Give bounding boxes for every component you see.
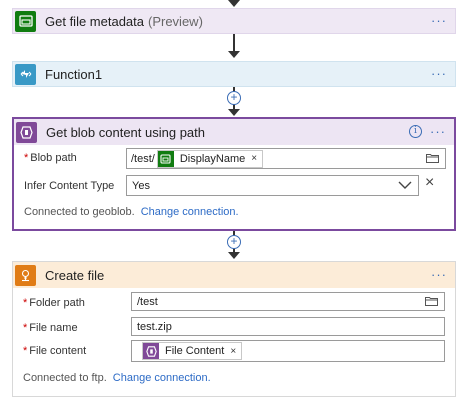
blob-storage-icon xyxy=(16,121,37,143)
change-connection-link[interactable]: Change connection. xyxy=(113,372,211,384)
infer-content-type-select[interactable]: Yes xyxy=(126,175,419,196)
clear-value-button[interactable]: × xyxy=(425,174,434,192)
remove-token-button[interactable]: × xyxy=(230,346,236,357)
connector-arrow xyxy=(228,252,240,259)
more-options-button[interactable]: ··· xyxy=(431,268,447,281)
folder-path-input[interactable]: /test xyxy=(131,292,445,311)
step-title: Get blob content using path xyxy=(46,124,206,140)
insert-step-button[interactable]: + xyxy=(227,235,241,249)
step-get-file-metadata[interactable]: Get file metadata (Preview) ··· xyxy=(12,8,456,34)
preview-badge: (Preview) xyxy=(148,13,203,29)
infer-content-type-label: Infer Content Type xyxy=(24,180,115,192)
more-options-button[interactable]: ··· xyxy=(431,14,447,27)
step-header[interactable]: Get blob content using path i ··· xyxy=(14,119,454,145)
file-metadata-icon xyxy=(157,150,174,167)
step-get-blob-content[interactable]: Get blob content using path i ··· * Blob … xyxy=(12,117,456,231)
connected-text: Connected to ftp. xyxy=(23,372,107,384)
top-connector-arrow xyxy=(228,0,240,7)
step-create-file[interactable]: Create file ··· * Folder path /test * File… xyxy=(12,261,456,397)
step-title: Create file xyxy=(45,267,105,283)
folder-path-value: /test xyxy=(137,295,158,308)
step-header[interactable]: Create file ··· xyxy=(13,262,455,288)
step-title: Get file metadata xyxy=(45,13,144,29)
connection-info: Connected to ftp. Change connection. xyxy=(23,372,211,384)
connected-text: Connected to geoblob. xyxy=(24,206,135,218)
connector-arrow xyxy=(228,109,240,116)
file-content-token[interactable]: File Content × xyxy=(142,342,243,360)
blob-path-input[interactable]: /test/ DisplayName × xyxy=(126,148,446,169)
displayname-token[interactable]: DisplayName × xyxy=(156,149,264,168)
file-content-input[interactable]: File Content × xyxy=(131,340,445,362)
file-name-input[interactable]: test.zip xyxy=(131,317,445,336)
blob-storage-icon xyxy=(143,343,159,359)
connection-info: Connected to geoblob. Change connection. xyxy=(24,206,239,218)
remove-token-button[interactable]: × xyxy=(251,153,257,164)
lightning-icon xyxy=(15,63,36,85)
blob-path-label: * Blob path xyxy=(24,152,77,164)
ftp-icon xyxy=(15,264,36,286)
connector-line xyxy=(233,34,235,52)
file-name-label: * File name xyxy=(23,322,78,334)
step-function1[interactable]: Function1 ··· xyxy=(12,61,456,87)
token-label: DisplayName xyxy=(179,152,246,165)
folder-icon[interactable] xyxy=(425,296,438,309)
more-options-button[interactable]: ··· xyxy=(430,125,446,138)
selected-value: Yes xyxy=(132,179,150,192)
file-content-label: * File content xyxy=(23,345,87,357)
change-connection-link[interactable]: Change connection. xyxy=(141,206,239,218)
folder-icon[interactable] xyxy=(426,153,439,166)
insert-step-button[interactable]: + xyxy=(227,91,241,105)
token-label: File Content xyxy=(165,345,225,357)
folder-path-label: * Folder path xyxy=(23,297,85,309)
info-icon[interactable]: i xyxy=(409,125,422,138)
file-name-value: test.zip xyxy=(137,320,172,333)
blob-path-prefix: /test/ xyxy=(131,152,155,165)
step-title: Function1 xyxy=(45,66,103,82)
more-options-button[interactable]: ··· xyxy=(431,67,447,80)
connector-arrow xyxy=(228,51,240,58)
file-metadata-icon xyxy=(15,10,36,32)
chevron-down-icon xyxy=(398,180,412,193)
